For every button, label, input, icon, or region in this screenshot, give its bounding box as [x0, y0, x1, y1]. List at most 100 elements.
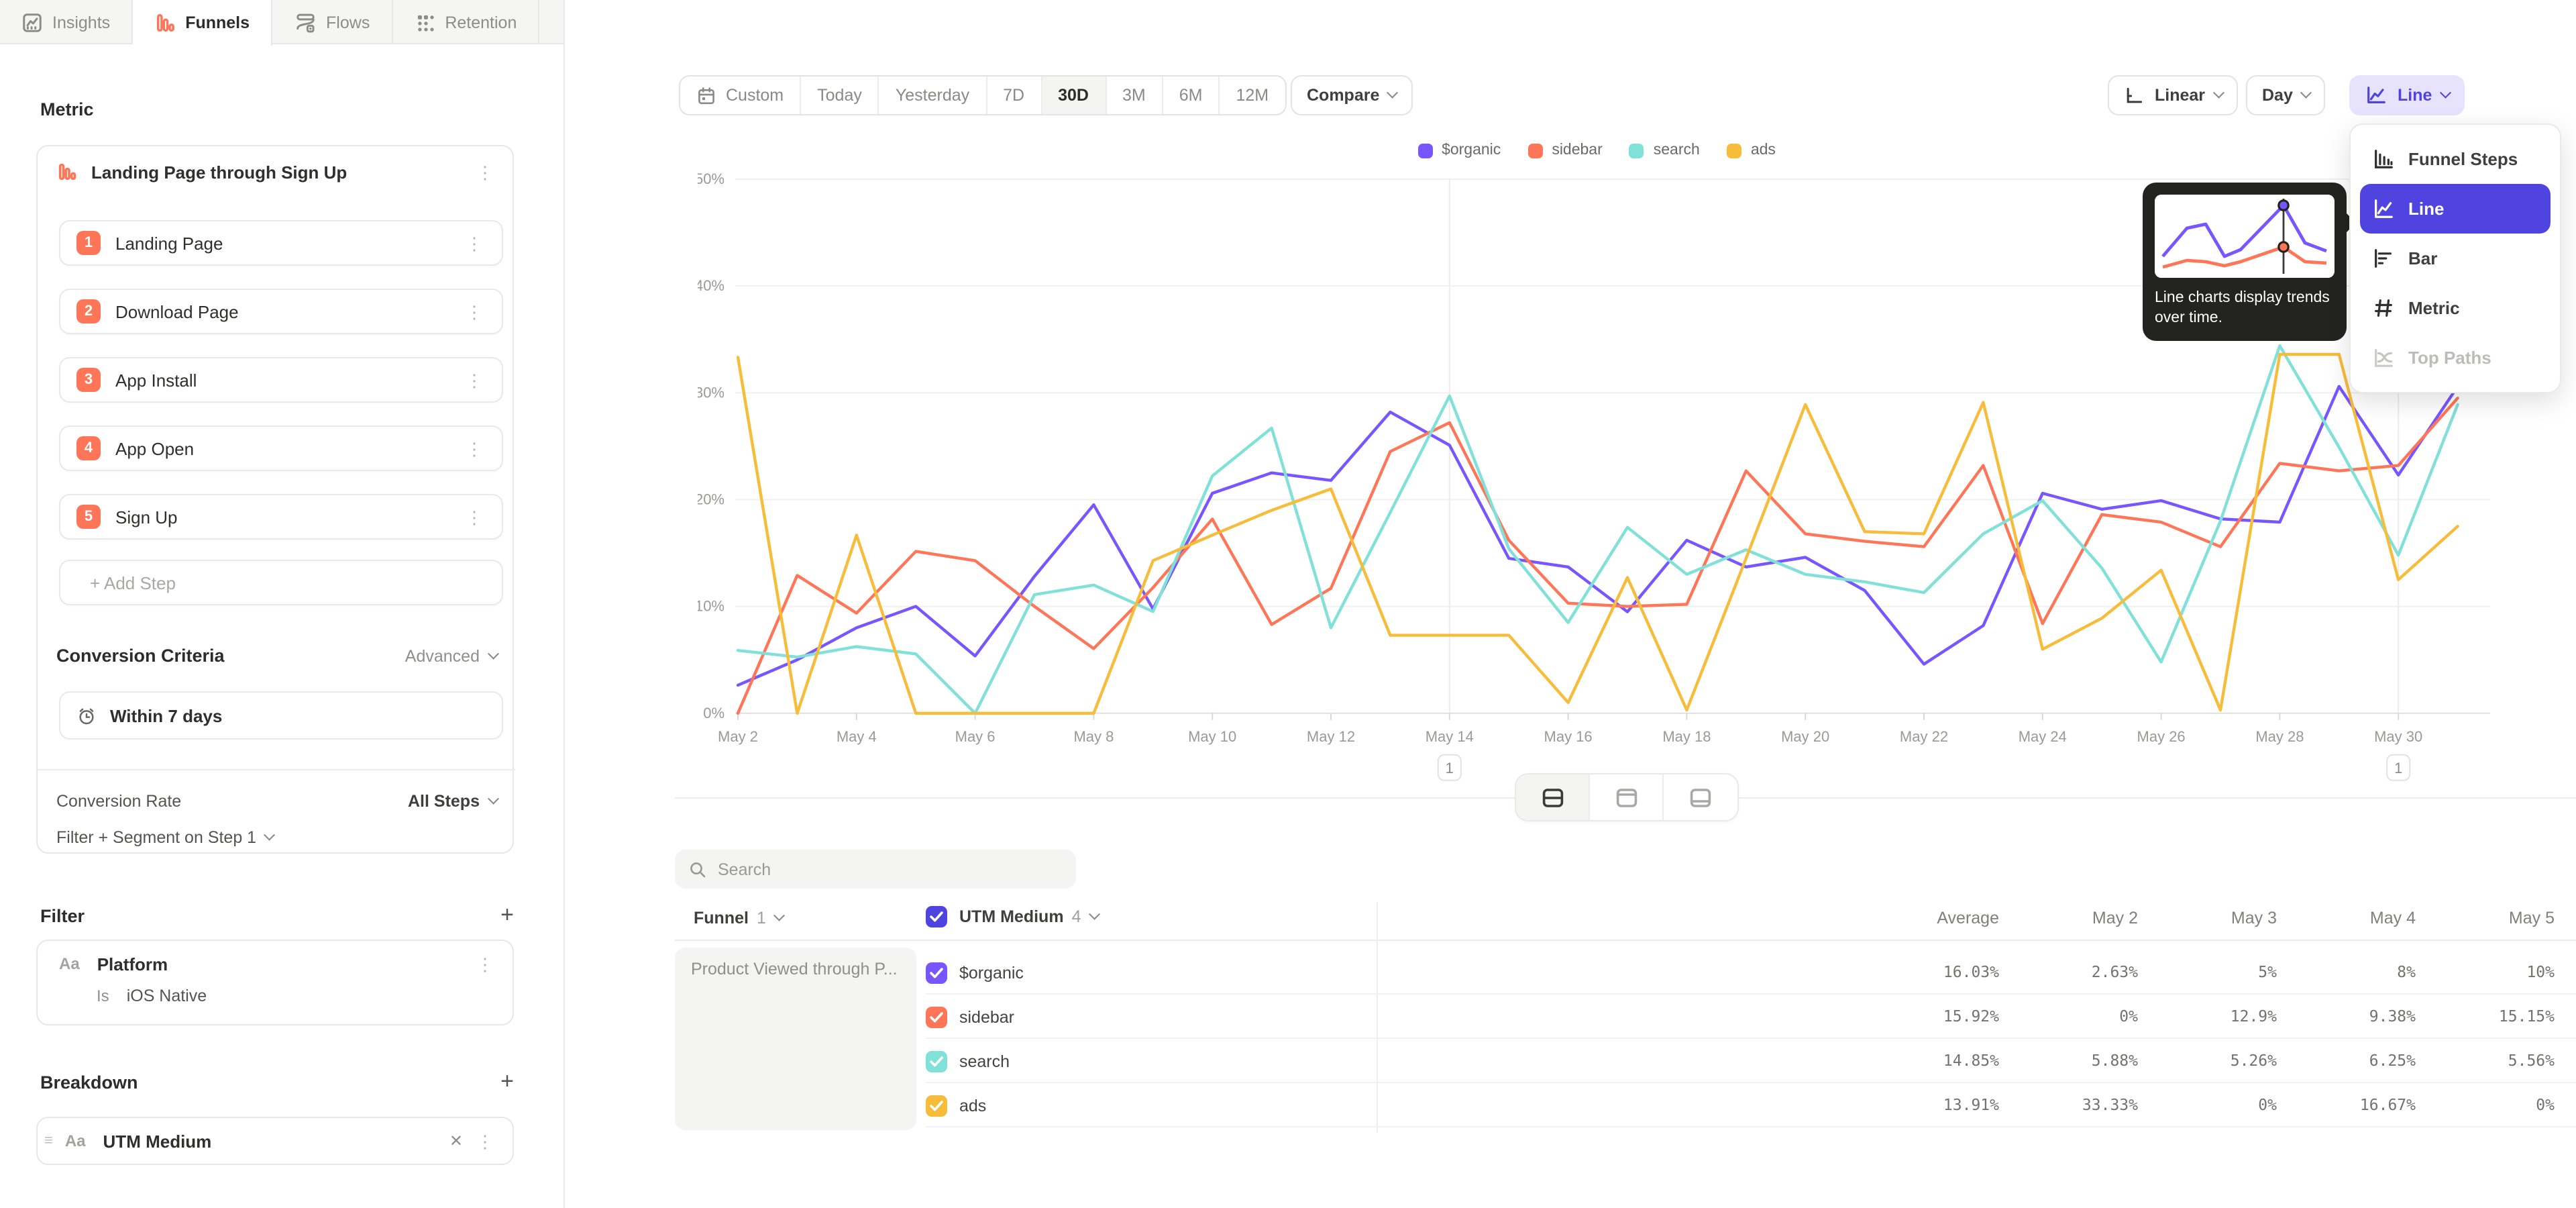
breakdown-selector[interactable]: UTM Medium 4	[926, 906, 1097, 927]
conversion-criteria-header: Conversion Criteria	[56, 646, 225, 666]
chart-type-button[interactable]: Line	[2349, 75, 2465, 115]
funnel-step-1[interactable]: 1Landing Page⋮	[59, 220, 503, 266]
legend-item-sidebar[interactable]: sidebar	[1527, 142, 1602, 158]
step-menu-button[interactable]: ⋮	[460, 300, 488, 323]
tab-retention[interactable]: Retention	[392, 0, 539, 44]
range-12m[interactable]: 12M	[1220, 77, 1285, 114]
conversion-window-value: Within 7 days	[110, 705, 222, 725]
table-cell: 12.9%	[2141, 1007, 2279, 1025]
funnel-step-3[interactable]: 3App Install⋮	[59, 357, 503, 403]
funnel-title-row[interactable]: Landing Page through Sign Up ⋮	[38, 146, 513, 197]
legend-item-ads[interactable]: ads	[1727, 142, 1776, 158]
series-checkbox[interactable]	[926, 1095, 947, 1116]
column-header[interactable]: Average	[1862, 909, 2002, 927]
conversion-rate-value[interactable]: All Steps	[408, 792, 480, 811]
chart-panel-view-toggle[interactable]	[1590, 774, 1664, 820]
chevron-down-icon	[1387, 87, 1398, 98]
select-all-checkbox[interactable]	[926, 906, 947, 927]
table-cell: 8%	[2279, 962, 2418, 981]
add-step-button[interactable]: + Add Step	[59, 560, 503, 605]
menu-item-metric[interactable]: Metric	[2360, 283, 2551, 333]
step-number-badge: 2	[76, 299, 101, 323]
split-view-toggle[interactable]	[1516, 774, 1590, 820]
funnel-title: Landing Page through Sign Up	[91, 162, 471, 182]
column-header[interactable]: May 3	[2141, 909, 2279, 927]
funnel-menu-button[interactable]: ⋮	[471, 160, 499, 183]
scale-button[interactable]: Linear	[2108, 75, 2238, 115]
add-breakdown-button[interactable]: +	[500, 1068, 514, 1095]
table-row-sidebar: sidebar15.92%0%12.9%9.38%15.15%14.29%10%…	[675, 995, 2576, 1039]
svg-text:May 28: May 28	[2255, 728, 2304, 745]
svg-text:May 4: May 4	[837, 728, 877, 745]
tab-insights[interactable]: Insights	[0, 0, 133, 44]
tooltip-preview-chart	[2155, 195, 2334, 278]
range-3m[interactable]: 3M	[1106, 77, 1163, 114]
table-panel-view-toggle[interactable]	[1664, 774, 1737, 820]
table-row-organic: $organic16.03%2.63%5%8%10%5.36%12.82%19.…	[675, 950, 2576, 995]
table-cell: 9.38%	[2279, 1007, 2418, 1025]
series-checkbox[interactable]	[926, 1050, 947, 1072]
line-chart-icon	[2365, 85, 2387, 106]
range-7d[interactable]: 7D	[987, 77, 1042, 114]
filter-segment-toggle[interactable]: Filter + Segment on Step 1	[56, 828, 256, 847]
tab-flows[interactable]: Flows	[272, 0, 392, 44]
drag-handle-icon[interactable]: ≡	[44, 1133, 53, 1149]
step-menu-button[interactable]: ⋮	[460, 368, 488, 391]
property-type-icon: Aa	[65, 1131, 86, 1150]
table-cell: 15.15%	[2418, 1007, 2557, 1025]
range-today[interactable]: Today	[801, 77, 879, 114]
breakdown-card[interactable]: ≡ Aa UTM Medium ✕ ⋮	[36, 1117, 514, 1165]
interval-button[interactable]: Day	[2246, 75, 2326, 115]
table-cell: 10%	[2418, 962, 2557, 981]
funnel-step-5[interactable]: 5Sign Up⋮	[59, 494, 503, 540]
svg-text:50%: 50%	[698, 170, 724, 187]
range-6m[interactable]: 6M	[1163, 77, 1220, 114]
legend-item-search[interactable]: search	[1629, 142, 1700, 158]
filter-card[interactable]: Aa Platform ⋮ Is iOS Native	[36, 940, 514, 1025]
remove-breakdown-icon[interactable]: ✕	[441, 1131, 471, 1150]
filter-value[interactable]: iOS Native	[127, 987, 207, 1005]
tab-funnels[interactable]: Funnels	[133, 0, 272, 46]
step-menu-button[interactable]: ⋮	[460, 437, 488, 460]
range-custom[interactable]: Custom	[680, 77, 801, 114]
step-menu-button[interactable]: ⋮	[460, 505, 488, 528]
menu-item-bar[interactable]: Bar	[2360, 234, 2551, 283]
column-header[interactable]: May 4	[2279, 909, 2418, 927]
table-cell: 5.88%	[2002, 1051, 2141, 1070]
funnel-step-4[interactable]: 4App Open⋮	[59, 425, 503, 471]
linear-scale-icon	[2124, 85, 2144, 105]
table-row-search: search14.85%5.88%5.26%6.25%5.56%0%11.11%…	[675, 1039, 2576, 1083]
step-number-badge: 4	[76, 436, 101, 460]
advanced-toggle[interactable]: Advanced	[405, 646, 480, 665]
funnel-step-2[interactable]: 2Download Page⋮	[59, 289, 503, 334]
conversion-window[interactable]: Within 7 days	[59, 691, 503, 740]
column-header[interactable]: May 5	[2418, 909, 2557, 927]
column-header[interactable]: May 6	[2557, 909, 2576, 927]
step-menu-button[interactable]: ⋮	[460, 232, 488, 254]
add-filter-button[interactable]: +	[500, 902, 514, 929]
filter-menu-button[interactable]: ⋮	[471, 952, 499, 975]
legend-item-organic[interactable]: $organic	[1417, 142, 1501, 158]
table-cell: 0%	[2141, 1095, 2279, 1114]
svg-text:20%: 20%	[698, 491, 724, 507]
svg-text:May 20: May 20	[1781, 728, 1829, 745]
step-number-badge: 3	[76, 368, 101, 392]
breakdown-menu-button[interactable]: ⋮	[471, 1129, 499, 1152]
series-checkbox[interactable]	[926, 962, 947, 983]
range-30d[interactable]: 30D	[1042, 77, 1106, 114]
compare-button[interactable]: Compare	[1291, 75, 1412, 115]
funnel-selector[interactable]: Funnel 1	[694, 909, 783, 927]
column-header[interactable]: May 2	[2002, 909, 2141, 927]
filter-property: Platform	[97, 954, 471, 974]
search-input[interactable]	[718, 860, 1063, 878]
menu-item-funnel-steps[interactable]: Funnel Steps	[2360, 134, 2551, 184]
series-checkbox[interactable]	[926, 1006, 947, 1027]
layout-toggle-group	[1515, 773, 1739, 821]
menu-item-top-paths: Top Paths	[2360, 333, 2551, 383]
tooltip-caption: Line charts display trends over time.	[2155, 289, 2334, 330]
table-header-border	[675, 940, 2576, 941]
calendar-icon	[696, 85, 716, 105]
range-yesterday[interactable]: Yesterday	[879, 77, 987, 114]
menu-item-line[interactable]: Line	[2360, 184, 2551, 234]
svg-text:0%: 0%	[703, 705, 724, 721]
